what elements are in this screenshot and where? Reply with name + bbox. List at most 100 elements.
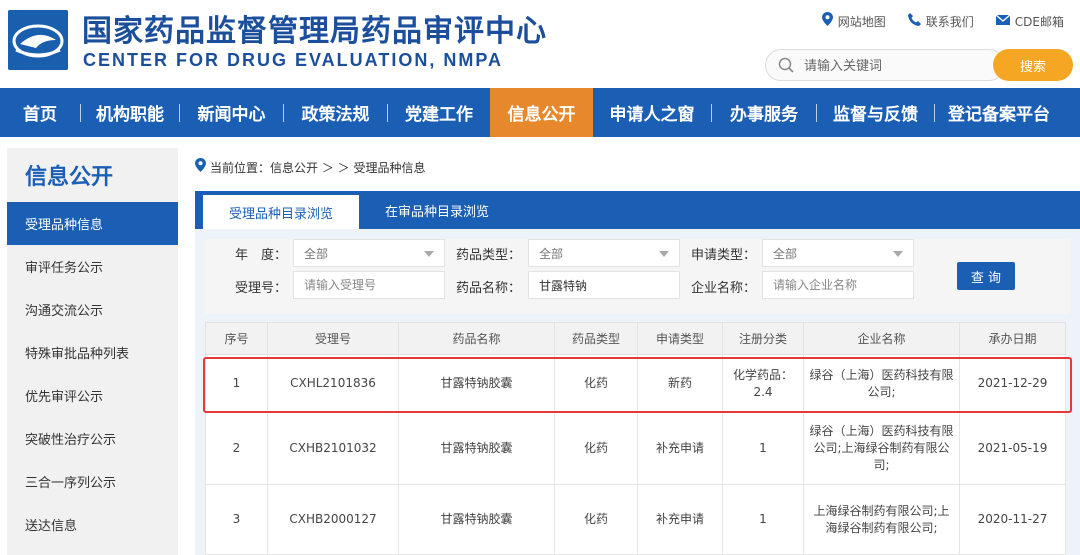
nav-home[interactable]: 首页 <box>0 88 80 137</box>
sidebar-item-delivery[interactable]: 送达信息 <box>7 503 178 546</box>
accept-no-input[interactable] <box>293 271 445 299</box>
cell-date: 2021-05-19 <box>959 412 1066 485</box>
drug-name-input[interactable] <box>528 271 680 299</box>
contact-label: 联系我们 <box>925 14 974 29</box>
cell-index: 3 <box>205 484 268 555</box>
tab-accepted-catalog[interactable]: 受理品种目录浏览 <box>203 195 360 229</box>
nav-news[interactable]: 新闻中心 <box>180 88 283 137</box>
sidebar-title: 信息公开 <box>25 165 114 190</box>
site-search: 搜索 <box>765 49 1073 81</box>
site-title-en: CENTER FOR DRUG EVALUATION, NMPA <box>83 50 503 70</box>
nav-services[interactable]: 办事服务 <box>712 88 816 137</box>
drug-type-select-value: 全部 <box>539 246 564 261</box>
apply-type-select-value: 全部 <box>773 246 798 261</box>
search-box <box>765 49 1005 81</box>
cell-apply-type: 新药 <box>637 354 723 413</box>
cell-drug-name: 甘露特钠胶囊 <box>398 412 555 485</box>
breadcrumb-text: 当前位置：信息公开 ＞ ＞ 受理品种信息 <box>210 160 426 175</box>
cell-index: 1 <box>205 354 268 413</box>
col-header-company: 企业名称 <box>803 322 960 355</box>
cell-company: 上海绿谷制药有限公司;上海绿谷制药有限公司; <box>803 484 960 555</box>
sidebar-item-special-approval[interactable]: 特殊审批品种列表 <box>7 331 178 374</box>
cell-drug-type: 化药 <box>554 484 638 555</box>
mail-icon <box>995 14 1011 29</box>
cell-reg-class: 化学药品：2.4 <box>722 354 804 413</box>
content-panel: 受理品种目录浏览 在审品种目录浏览 年 度： 全部 药品类型： 全部 申请类型：… <box>195 191 1080 555</box>
top-links: 网站地图 联系我们 CDE邮箱 <box>821 12 1064 30</box>
col-header-drug-name: 药品名称 <box>398 322 555 355</box>
tab-bar: 受理品种目录浏览 在审品种目录浏览 <box>195 191 1080 229</box>
year-select-value: 全部 <box>304 246 329 261</box>
nav-applicant[interactable]: 申请人之窗 <box>593 88 711 137</box>
tab-in-review-catalog[interactable]: 在审品种目录浏览 <box>359 191 515 229</box>
sidebar-item-three-in-one[interactable]: 三合一序列公示 <box>7 460 178 503</box>
nav-party[interactable]: 党建工作 <box>388 88 490 137</box>
nav-institution[interactable]: 机构职能 <box>81 88 179 137</box>
cell-reg-class: 1 <box>722 484 804 555</box>
cell-company: 绿谷（上海）医药科技有限公司;上海绿谷制药有限公司; <box>803 412 960 485</box>
cell-accept-no: CXHB2000127 <box>267 484 399 555</box>
cell-index: 2 <box>205 412 268 485</box>
col-header-accept-no: 受理号 <box>267 322 399 355</box>
table-row[interactable]: 1 CXHL2101836 甘露特钠胶囊 化药 新药 化学药品：2.4 绿谷（上… <box>205 354 1066 413</box>
sidebar-item-priority-review[interactable]: 优先审评公示 <box>7 374 178 417</box>
cell-reg-class: 1 <box>722 412 804 485</box>
location-pin-icon <box>195 158 206 176</box>
year-label: 年 度： <box>235 248 288 263</box>
chevron-down-icon <box>424 251 434 257</box>
sidebar-item-breakthrough[interactable]: 突破性治疗公示 <box>7 417 178 460</box>
chevron-down-icon <box>893 251 903 257</box>
search-input[interactable] <box>804 54 994 78</box>
cde-logo[interactable] <box>8 10 68 70</box>
sidebar-item-accepted-drugs[interactable]: 受理品种信息 <box>7 202 178 245</box>
table-row[interactable]: 2 CXHB2101032 甘露特钠胶囊 化药 补充申请 1 绿谷（上海）医药科… <box>205 412 1066 485</box>
sidebar: 信息公开 受理品种信息 审评任务公示 沟通交流公示 特殊审批品种列表 优先审评公… <box>7 148 178 555</box>
cell-apply-type: 补充申请 <box>637 484 723 555</box>
sidebar-item-review-tasks[interactable]: 审评任务公示 <box>7 245 178 288</box>
cell-drug-name: 甘露特钠胶囊 <box>398 354 555 413</box>
nav-policy[interactable]: 政策法规 <box>284 88 387 137</box>
table-row[interactable]: 3 CXHB2000127 甘露特钠胶囊 化药 补充申请 1 上海绿谷制药有限公… <box>205 484 1066 555</box>
apply-type-label: 申请类型： <box>691 248 757 263</box>
mail-label: CDE邮箱 <box>1014 14 1064 29</box>
query-button[interactable]: 查 询 <box>957 262 1015 290</box>
company-input[interactable] <box>762 271 914 299</box>
cell-drug-name: 甘露特钠胶囊 <box>398 484 555 555</box>
nav-registration[interactable]: 登记备案平台 <box>935 88 1063 137</box>
drug-type-label: 药品类型： <box>456 248 522 263</box>
contact-link[interactable]: 联系我们 <box>907 12 974 30</box>
mail-link[interactable]: CDE邮箱 <box>995 12 1064 30</box>
sidebar-item-communication[interactable]: 沟通交流公示 <box>7 288 178 331</box>
search-icon <box>778 57 794 73</box>
year-select[interactable]: 全部 <box>293 239 445 267</box>
main-nav: 首页 机构职能 新闻中心 政策法规 党建工作 信息公开 申请人之窗 办事服务 监… <box>0 88 1080 137</box>
cell-accept-no: CXHL2101836 <box>267 354 399 413</box>
site-header: 国家药品监督管理局药品审评中心 CENTER FOR DRUG EVALUATI… <box>0 0 1080 88</box>
cell-drug-type: 化药 <box>554 354 638 413</box>
nav-feedback[interactable]: 监督与反馈 <box>817 88 934 137</box>
col-header-apply-type: 申请类型 <box>637 322 723 355</box>
sitemap-link[interactable]: 网站地图 <box>821 12 886 30</box>
cell-company: 绿谷（上海）医药科技有限公司; <box>803 354 960 413</box>
cell-accept-no: CXHB2101032 <box>267 412 399 485</box>
results-table: 序号 受理号 药品名称 药品类型 申请类型 注册分类 企业名称 承办日期 1 C… <box>205 322 1066 555</box>
col-header-index: 序号 <box>205 322 268 355</box>
cell-date: 2021-12-29 <box>959 354 1066 413</box>
phone-icon <box>907 12 921 30</box>
nav-info-disclosure[interactable]: 信息公开 <box>490 88 593 137</box>
location-pin-icon <box>821 12 833 30</box>
cell-apply-type: 补充申请 <box>637 412 723 485</box>
drug-type-select[interactable]: 全部 <box>528 239 680 267</box>
site-title-cn: 国家药品监督管理局药品审评中心 <box>82 14 547 49</box>
drug-name-label: 药品名称： <box>456 281 522 296</box>
company-label: 企业名称： <box>691 281 757 296</box>
cell-date: 2020-11-27 <box>959 484 1066 555</box>
search-button[interactable]: 搜索 <box>993 49 1073 81</box>
col-header-date: 承办日期 <box>959 322 1066 355</box>
col-header-reg-class: 注册分类 <box>722 322 804 355</box>
chevron-down-icon <box>659 251 669 257</box>
apply-type-select[interactable]: 全部 <box>762 239 914 267</box>
breadcrumb: 当前位置：信息公开 ＞ ＞ 受理品种信息 <box>195 158 425 176</box>
col-header-drug-type: 药品类型 <box>554 322 638 355</box>
filter-form: 年 度： 全部 药品类型： 全部 申请类型： 全部 受理号： 药品名称： 企业名… <box>205 239 1070 314</box>
